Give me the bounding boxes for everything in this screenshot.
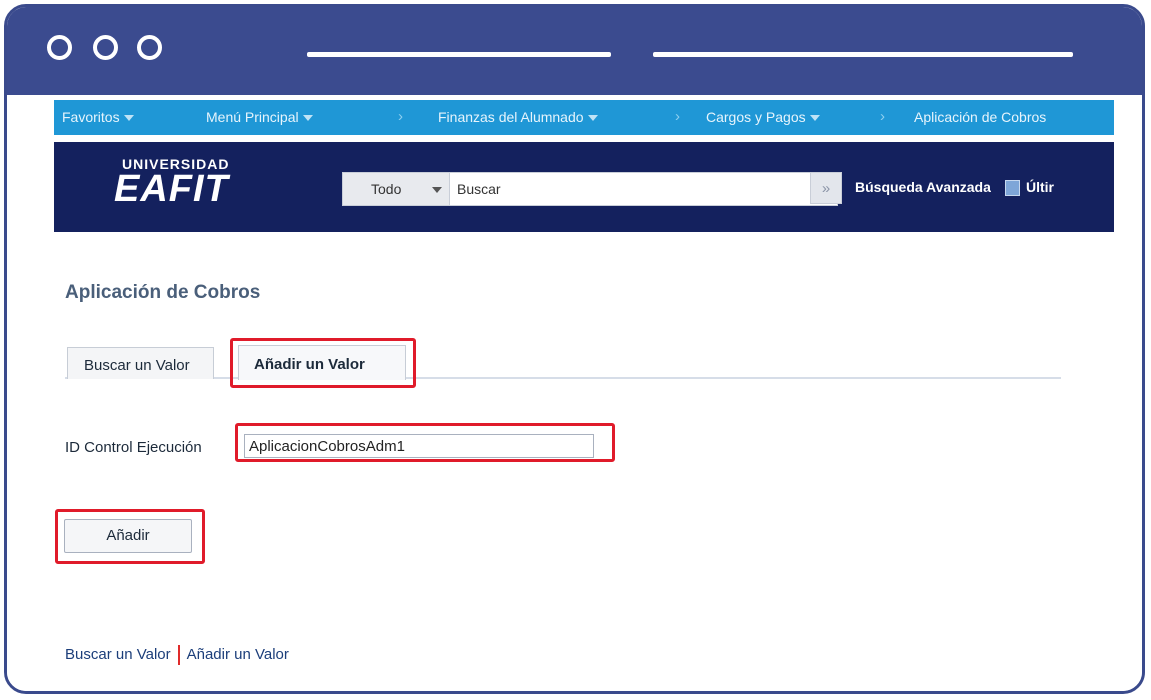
- titlebar-line: [653, 52, 1073, 57]
- nav-bar: Favoritos Menú Principal › Finanzas del …: [54, 100, 1114, 135]
- nav-item-menu-principal[interactable]: Menú Principal: [206, 109, 313, 125]
- titlebar-line: [307, 52, 611, 57]
- footer-links: Buscar un Valor Añadir un Valor: [65, 645, 289, 665]
- search-scope-select[interactable]: Todo: [343, 173, 450, 205]
- chevron-down-icon: [123, 115, 134, 122]
- nav-item-finanzas[interactable]: Finanzas del Alumnado: [438, 109, 598, 125]
- breadcrumb-separator-icon: ›: [880, 108, 885, 125]
- nav-item-cargos-pagos[interactable]: Cargos y Pagos: [706, 109, 820, 125]
- chevron-down-icon: [432, 187, 442, 193]
- footer-link-buscar[interactable]: Buscar un Valor: [65, 646, 171, 663]
- breadcrumb-separator-icon: ›: [675, 108, 680, 125]
- page-content: Favoritos Menú Principal › Finanzas del …: [7, 95, 1142, 691]
- window-titlebar: [7, 7, 1142, 95]
- chevron-down-icon: [809, 115, 820, 122]
- footer-link-anadir[interactable]: Añadir un Valor: [187, 646, 289, 663]
- search-go-button[interactable]: »: [810, 172, 842, 204]
- tabs-divider: [65, 377, 1061, 379]
- page-title: Aplicación de Cobros: [65, 282, 261, 303]
- window-control-icon[interactable]: [93, 35, 118, 60]
- search-scope-label: Todo: [371, 181, 402, 197]
- divider: [177, 645, 180, 665]
- highlight-box: [235, 423, 615, 462]
- chevron-down-icon: [587, 115, 598, 122]
- advanced-search-link[interactable]: Búsqueda Avanzada: [855, 179, 991, 195]
- breadcrumb-separator-icon: ›: [398, 108, 403, 125]
- tab-buscar-valor[interactable]: Buscar un Valor: [67, 347, 214, 379]
- search-input[interactable]: Buscar: [457, 181, 501, 197]
- highlight-box: [230, 338, 416, 388]
- recent-icon: [1005, 180, 1020, 196]
- highlight-box: [55, 509, 205, 564]
- nav-item-favoritos[interactable]: Favoritos: [62, 109, 134, 125]
- recent-link[interactable]: Últir: [1026, 179, 1054, 195]
- id-control-label: ID Control Ejecución: [65, 439, 202, 456]
- window-control-icon[interactable]: [137, 35, 162, 60]
- chevron-down-icon: [302, 115, 313, 122]
- search-box: Todo Buscar: [342, 172, 838, 206]
- site-header: UNIVERSIDAD EAFIT Todo Buscar » Búsqueda…: [54, 142, 1114, 232]
- window-control-icon[interactable]: [47, 35, 72, 60]
- browser-frame: Favoritos Menú Principal › Finanzas del …: [4, 4, 1145, 694]
- logo: EAFIT: [114, 168, 229, 210]
- nav-item-aplicacion-cobros[interactable]: Aplicación de Cobros: [914, 109, 1046, 125]
